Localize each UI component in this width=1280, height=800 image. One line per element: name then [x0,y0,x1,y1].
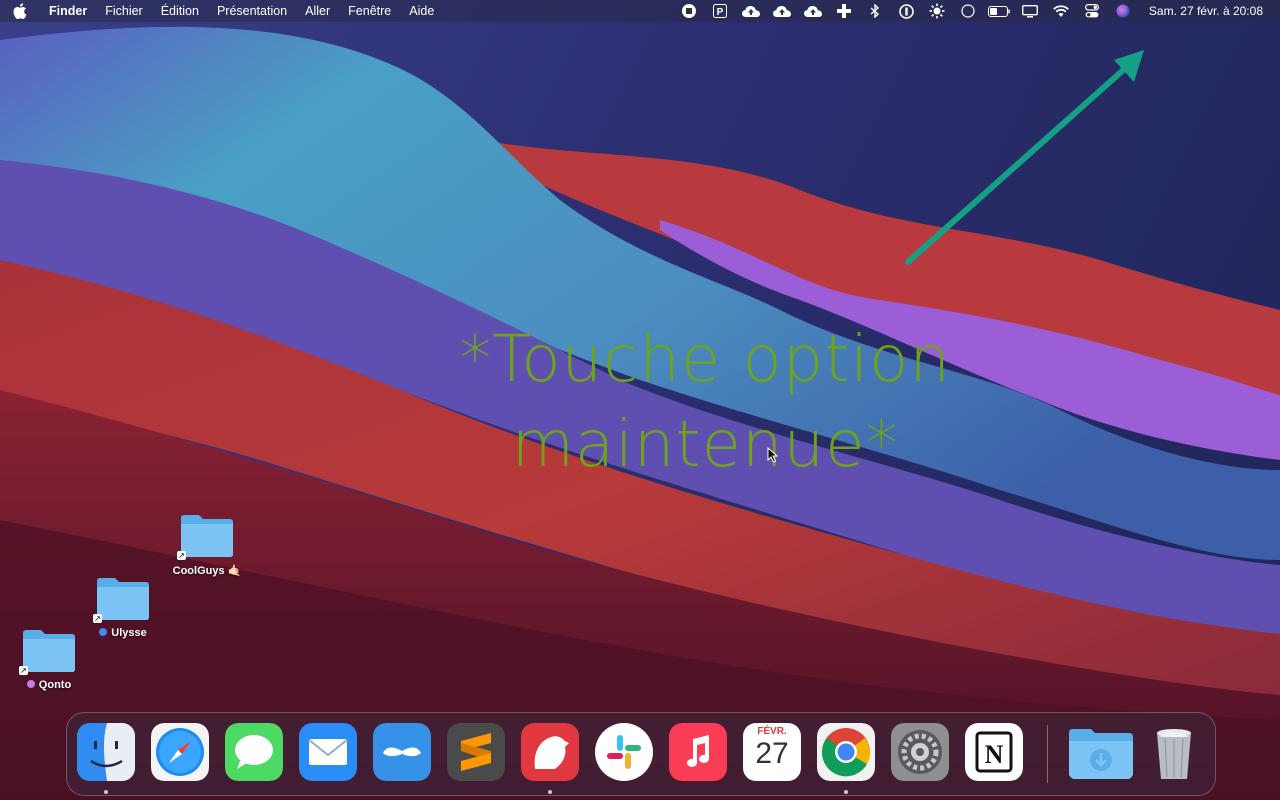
dock: FÉVR. 27 N [66,712,1216,796]
display-icon[interactable] [1015,0,1046,22]
one-password-icon[interactable] [891,0,922,22]
bluetooth-icon[interactable] [860,0,891,22]
calendar-month: FÉVR. [757,726,787,737]
annotation-arrow [905,50,1144,265]
dock-messages-icon[interactable] [225,723,283,781]
desktop-icon-label: CoolGuys 🤙🏻 [172,565,242,577]
desktop-icon-label: Ulysse [111,627,147,639]
menu-aide[interactable]: Aide [400,0,443,22]
parking-icon[interactable]: P [705,0,736,22]
menu-fichier[interactable]: Fichier [96,0,152,22]
mouse-cursor [767,447,778,463]
dock-system-preferences-icon[interactable] [891,723,949,781]
menu-app-finder[interactable]: Finder [40,0,96,22]
menubar-clock[interactable]: Sam. 27 févr. à 20:08 [1139,4,1280,18]
stop-icon[interactable] [674,0,705,22]
svg-text:P: P [717,7,724,18]
overlay-caption-line1: *Touche option [459,323,951,397]
menu-presentation[interactable]: Présentation [208,0,296,22]
dock-calendar-icon[interactable]: FÉVR. 27 [743,723,801,781]
wifi-icon[interactable] [1046,0,1077,22]
svg-text:N: N [985,740,1004,769]
overlay-caption-line2: maintenue* [511,408,899,482]
dock-music-icon[interactable] [669,723,727,781]
menu-edition[interactable]: Édition [152,0,208,22]
menu-fenetre[interactable]: Fenêtre [339,0,400,22]
desktop-folder-coolguys[interactable]: ↗ CoolGuys 🤙🏻 [162,512,252,577]
sun-icon[interactable] [922,0,953,22]
alias-arrow-icon: ↗ [19,666,28,675]
dock-bear-icon[interactable] [521,723,579,781]
desktop-folder-qonto[interactable]: ↗ Qonto [4,627,94,691]
control-center-icon[interactable] [1077,0,1108,22]
dock-safari-icon[interactable] [151,723,209,781]
dock-downloads-folder-icon[interactable] [1067,723,1135,781]
dock-finder-icon[interactable] [77,723,135,781]
dock-sublime-text-icon[interactable] [447,723,505,781]
menu-aller[interactable]: Aller [296,0,339,22]
alias-arrow-icon: ↗ [177,551,186,560]
cloud-upload-icon[interactable] [767,0,798,22]
desktop-icon-label: Qonto [38,679,72,691]
dock-trash-icon[interactable] [1145,723,1203,781]
dock-mail-icon[interactable] [299,723,357,781]
folder-icon: ↗ [93,575,151,623]
menu-bar: Finder Fichier Édition Présentation Alle… [0,0,1280,22]
dock-running-indicator [104,790,108,794]
siri-icon[interactable] [1108,0,1139,22]
folder-icon: ↗ [177,512,235,560]
dock-separator [1047,725,1048,783]
dock-slack-icon[interactable] [595,723,653,781]
alias-arrow-icon: ↗ [93,614,102,623]
circle-icon[interactable] [953,0,984,22]
dock-running-indicator [548,790,552,794]
calendar-day: 27 [755,737,789,770]
tag-blue-dot [99,628,108,636]
dock-running-indicator [844,790,848,794]
battery-icon[interactable] [984,0,1015,22]
cross-icon[interactable] [829,0,860,22]
dock-mustache-app-icon[interactable] [373,723,431,781]
dock-notion-icon[interactable]: N [965,723,1023,781]
tag-purple-dot [26,680,35,688]
overlay-caption: *Touche option maintenue* [380,318,1030,488]
dock-chrome-icon[interactable] [817,723,875,781]
cloud-upload-icon[interactable] [798,0,829,22]
folder-icon: ↗ [19,627,77,675]
apple-menu-icon[interactable] [0,0,40,22]
cloud-upload-icon[interactable] [736,0,767,22]
